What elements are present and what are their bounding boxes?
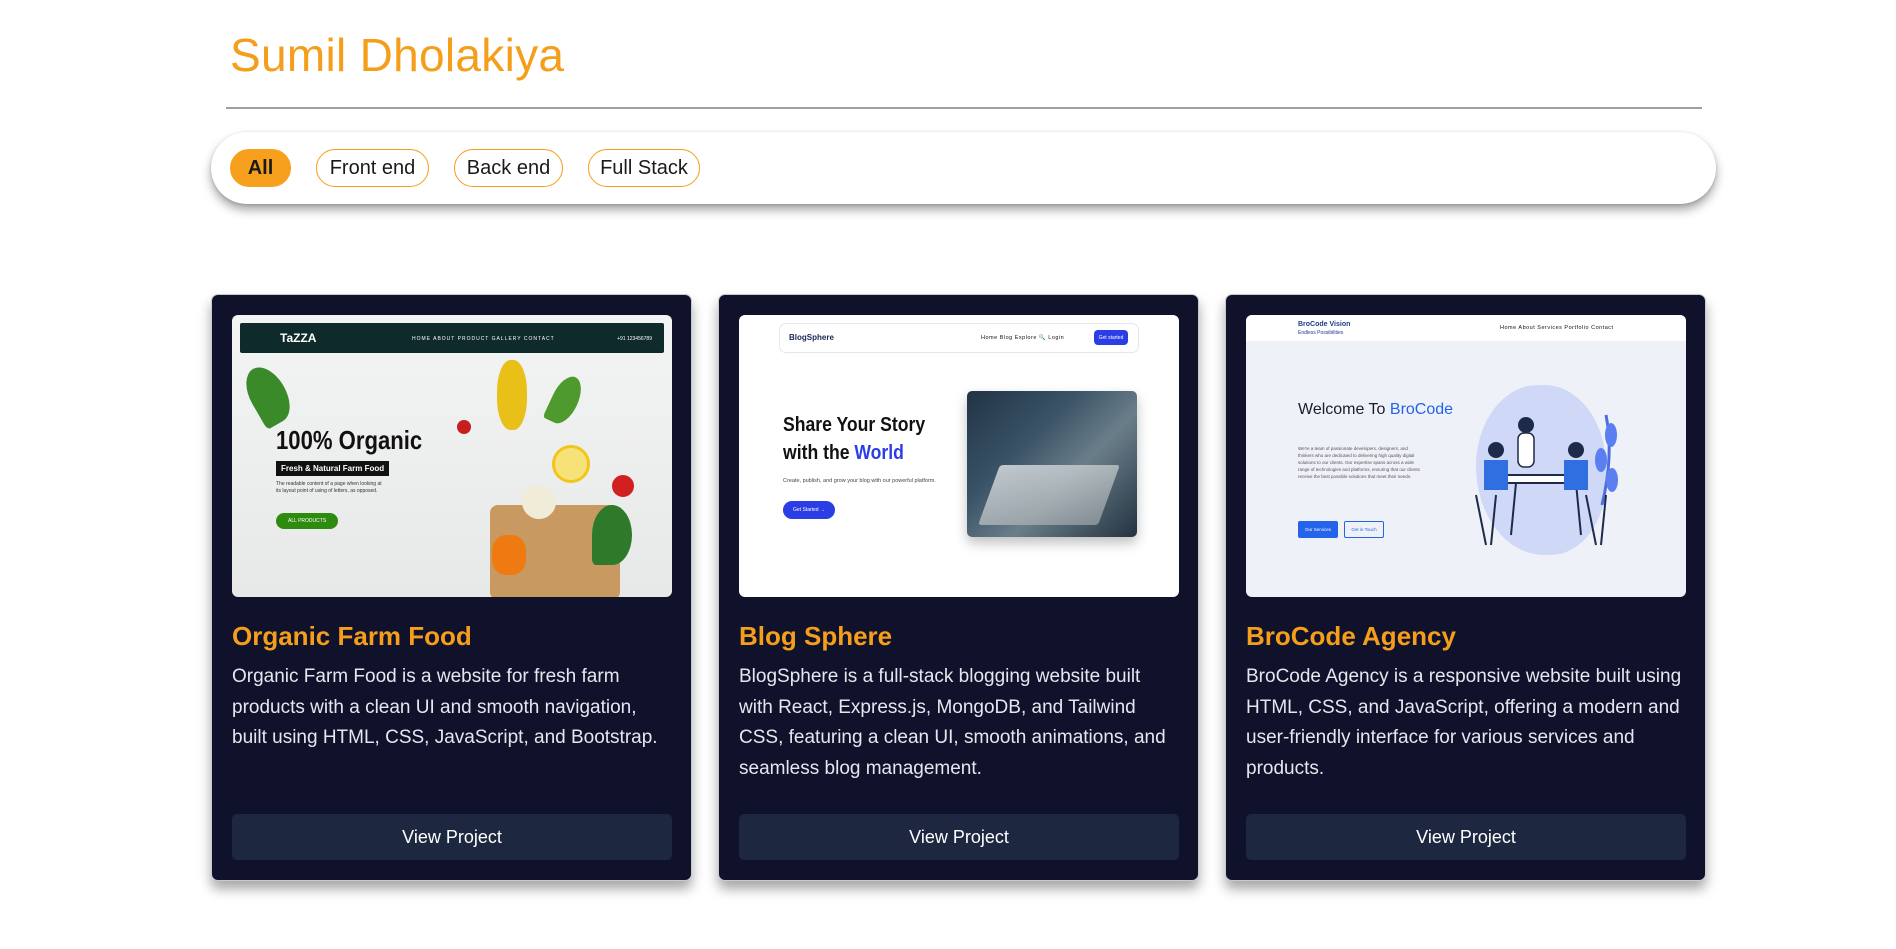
site-title: Sumil Dholakiya	[230, 29, 565, 81]
filter-front-end-button[interactable]: Front end	[316, 149, 429, 187]
thumb-nav-links: Home Blog Explore 🔍 Login	[981, 335, 1065, 341]
thumb-logo: BroCode Vision Endless Possibilities	[1298, 321, 1350, 337]
project-thumbnail: BlogSphere Home Blog Explore 🔍 Login Get…	[739, 315, 1179, 597]
laptop-keyboard-decoration	[978, 465, 1120, 525]
view-project-button[interactable]: View Project	[232, 814, 672, 860]
thumb-headline: Welcome To BroCode	[1298, 401, 1453, 419]
project-thumbnail: BroCode Vision Endless Possibilities Hom…	[1246, 315, 1686, 597]
thumb-headline: 100% Organic	[276, 425, 423, 455]
project-grid: TaZZA HOME ABOUT PRODUCT GALLERY CONTACT…	[211, 294, 1706, 881]
project-thumbnail: TaZZA HOME ABOUT PRODUCT GALLERY CONTACT…	[232, 315, 672, 597]
project-card-brocode-agency: BroCode Vision Endless Possibilities Hom…	[1225, 294, 1706, 881]
thumb-logo: BlogSphere	[789, 333, 834, 342]
view-project-button[interactable]: View Project	[1246, 814, 1686, 860]
thumb-phone: +91 123456789	[617, 336, 652, 342]
filter-bar: All Front end Back end Full Stack	[211, 132, 1716, 204]
pepper-decoration	[492, 535, 526, 575]
filter-full-stack-button[interactable]: Full Stack	[588, 149, 700, 187]
tomato-decoration	[457, 420, 471, 434]
thumb-logo-sub: Endless Possibilities	[1298, 330, 1344, 336]
team-illustration-icon	[1475, 414, 1618, 546]
project-card-organic-farm-food: TaZZA HOME ABOUT PRODUCT GALLERY CONTACT…	[211, 294, 692, 881]
thumb-cta: ALL PRODUCTS	[276, 513, 339, 529]
tomato-decoration	[612, 475, 634, 497]
thumb-headline-line-2: with the World	[783, 439, 925, 467]
thumb-cta: Get Started →	[783, 501, 835, 519]
header-divider	[226, 107, 1702, 109]
thumb-subheadline: Fresh & Natural Farm Food	[276, 461, 390, 476]
thumb-headline-accent: World	[854, 442, 904, 464]
filter-all-button[interactable]: All	[230, 149, 291, 187]
cauliflower-decoration	[522, 485, 556, 519]
thumb-logo: TaZZA	[280, 331, 317, 345]
thumb-headline-text: with the	[783, 442, 855, 464]
pepper-decoration	[497, 360, 527, 430]
thumb-headline: Share Your Story with the World	[783, 411, 925, 467]
thumb-text: We're a team of passionate developers, d…	[1298, 446, 1420, 479]
thumb-nav-button: Get started	[1094, 330, 1128, 345]
thumb-logo-text: BroCode Vision	[1298, 321, 1351, 328]
leaf-decoration	[237, 360, 299, 430]
thumb-nav-links: Home About Services Portfolio Contact	[1500, 325, 1614, 331]
project-title: BroCode Agency	[1246, 621, 1456, 651]
project-description: BroCode Agency is a responsive website b…	[1246, 666, 1682, 779]
view-project-button[interactable]: View Project	[739, 814, 1179, 860]
thumb-headline-line-1: Share Your Story	[783, 414, 926, 436]
project-title: Organic Farm Food	[232, 621, 472, 651]
thumb-headline-text: Welcome To	[1298, 401, 1390, 418]
leaf-decoration	[592, 505, 632, 565]
project-description: Organic Farm Food is a website for fresh…	[232, 666, 658, 748]
thumb-cta-primary: Our Services	[1298, 521, 1338, 538]
thumb-headline-accent: BroCode	[1389, 401, 1454, 418]
project-description: BlogSphere is a full-stack blogging webs…	[739, 666, 1166, 779]
project-title: Blog Sphere	[739, 621, 893, 651]
filter-back-end-button[interactable]: Back end	[454, 149, 563, 187]
page: Sumil Dholakiya All Front end Back end F…	[0, 0, 1896, 949]
thumb-nav-links: HOME ABOUT PRODUCT GALLERY CONTACT	[412, 336, 555, 342]
lemon-decoration	[552, 445, 590, 483]
thumb-text: The readable content of a page when look…	[276, 481, 382, 494]
project-card-blog-sphere: BlogSphere Home Blog Explore 🔍 Login Get…	[718, 294, 1199, 881]
thumb-text: Create, publish, and grow your blog with…	[783, 478, 936, 484]
thumb-cta-secondary: Get in Touch	[1344, 521, 1384, 538]
leaf-decoration	[542, 371, 588, 429]
